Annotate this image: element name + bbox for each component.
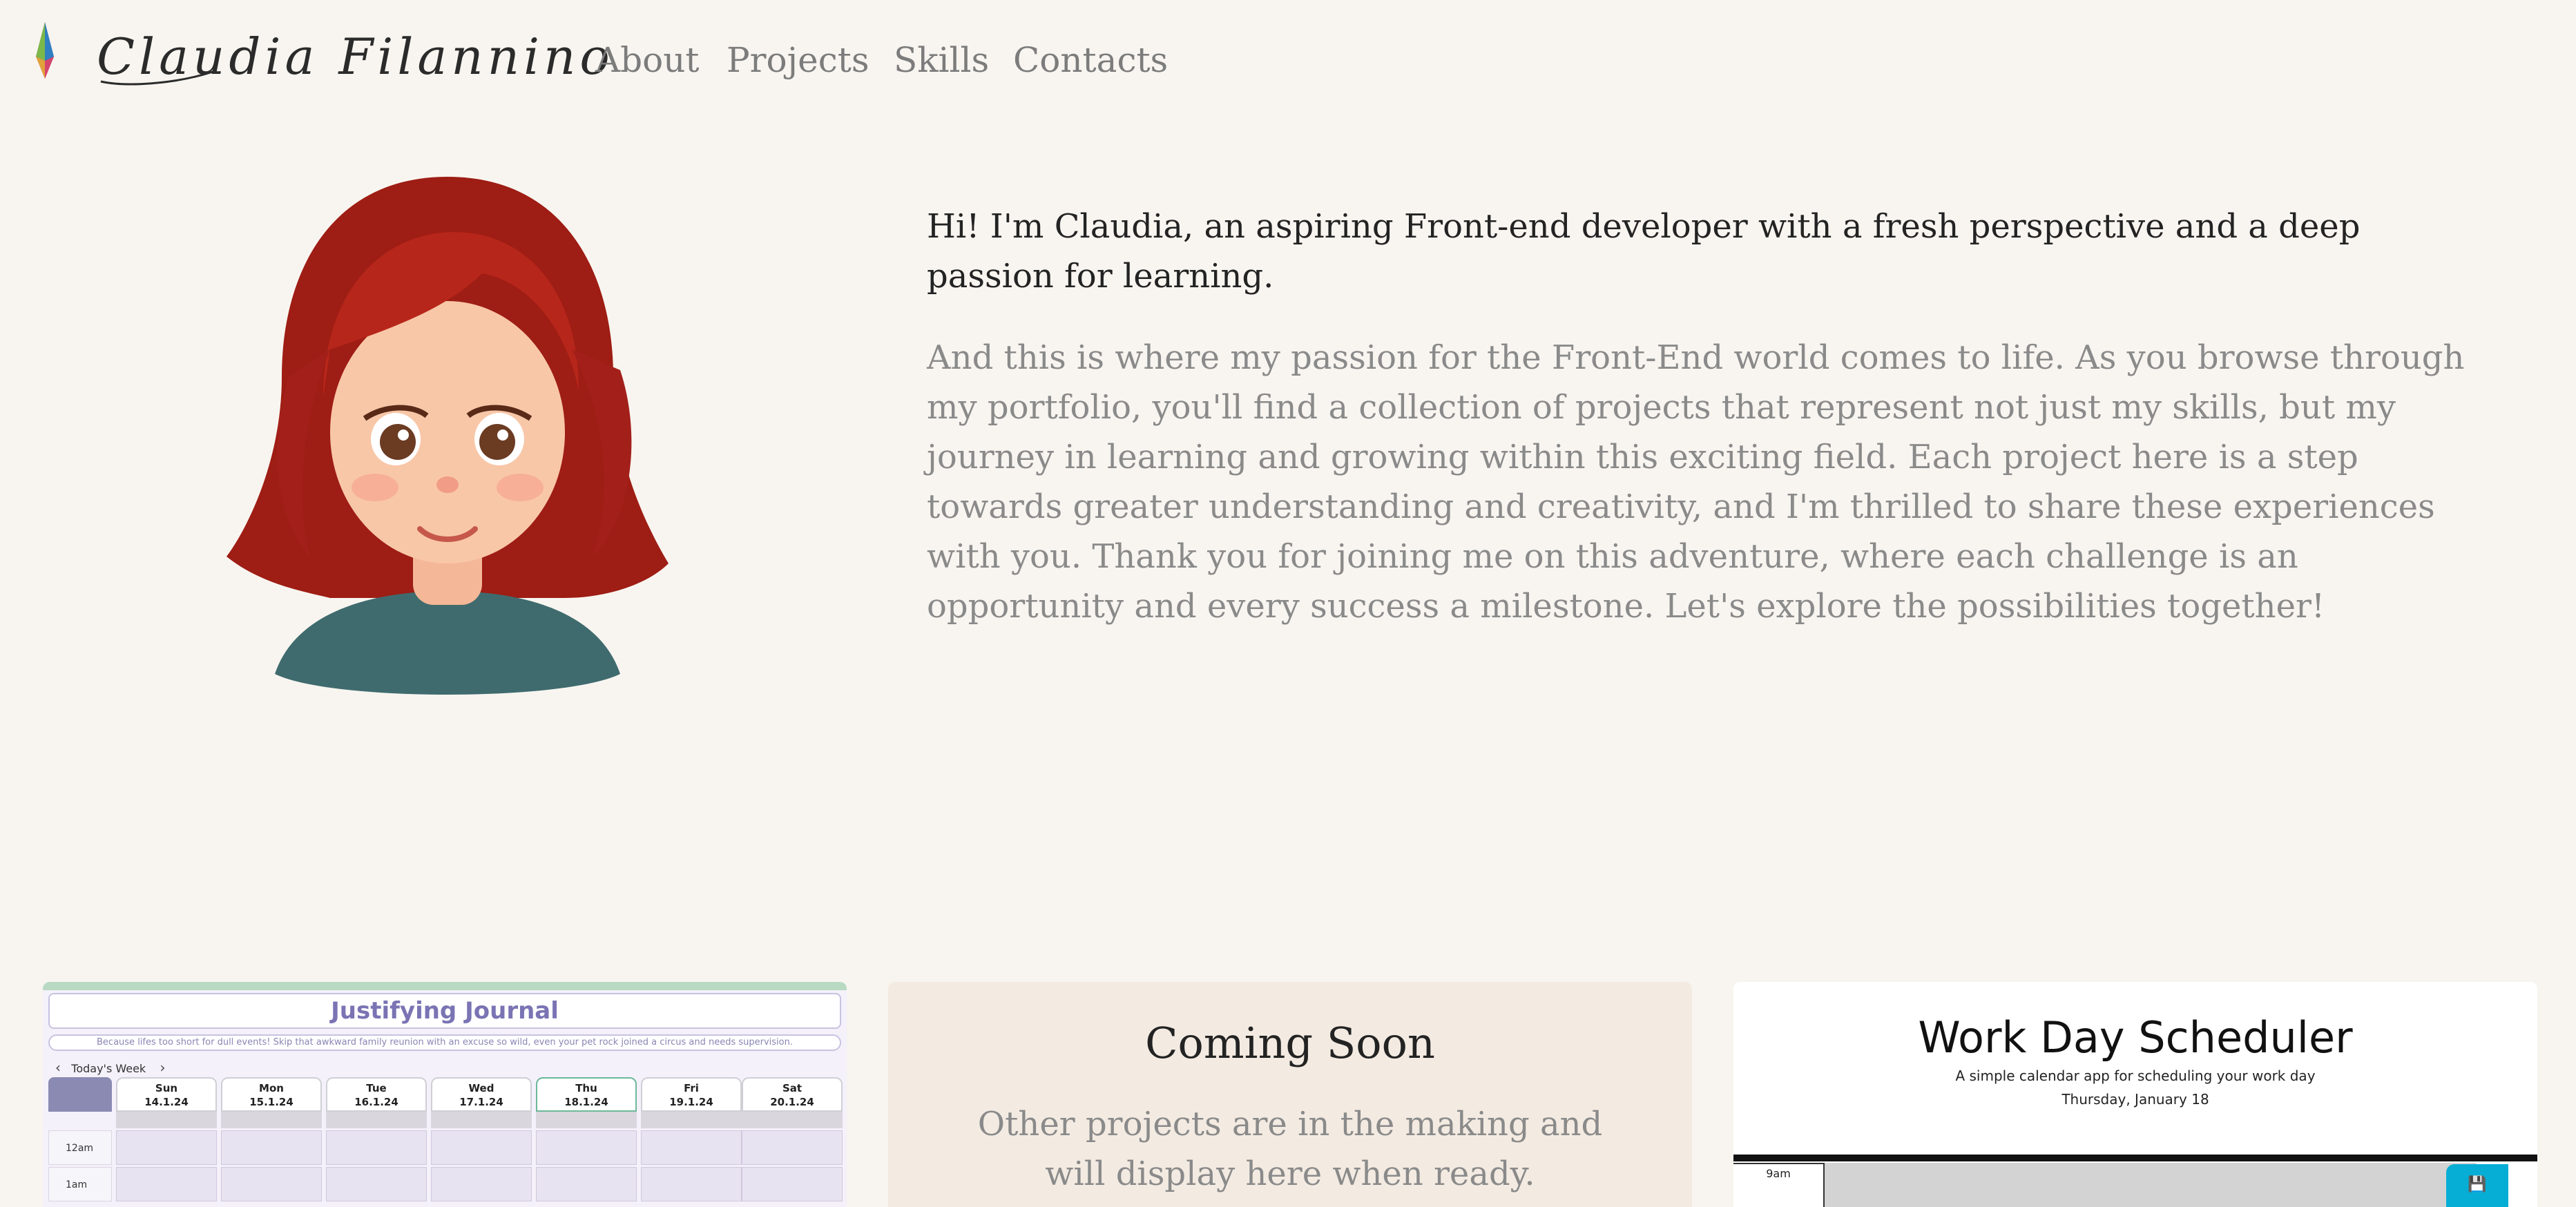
time-slot[interactable] [742,1130,843,1165]
time-slot[interactable] [221,1130,322,1165]
nav-link-skills[interactable]: Skills [894,40,989,80]
hero-text-block: Hi! I'm Claudia, an aspiring Front-end d… [927,202,2467,631]
project-card-scheduler[interactable]: Work Day Scheduler A simple calendar app… [1733,982,2537,1207]
day-header: Sun 14.1.24 [116,1077,217,1112]
day-header: Sat 20.1.24 [742,1077,843,1112]
hour-label-column: 12am 1am [48,1077,112,1201]
signature-swash [100,70,213,86]
time-slot[interactable] [641,1167,742,1201]
day-header: Fri 19.1.24 [641,1077,742,1112]
scheduler-date: Thursday, January 18 [2061,1091,2209,1108]
day-column: Wed 17.1.24 [431,1077,532,1201]
nav-link-projects[interactable]: Projects [727,40,869,80]
nav-link-about[interactable]: About [595,40,700,80]
project-card-journal[interactable]: Justifying Journal Because lifes too sho… [43,982,847,1207]
hero-body: And this is where my passion for the Fro… [927,338,2465,626]
day-header: Mon 15.1.24 [221,1077,322,1112]
scheduler-hour-label: 9am [1733,1163,1825,1207]
day-column-today: Thu 18.1.24 [536,1077,637,1201]
time-slot[interactable] [221,1167,322,1201]
project-card-coming-soon: Coming Soon Other projects are in the ma… [888,982,1692,1207]
top-nav: Claudia Filannino About Projects Skills … [0,0,2576,124]
save-icon[interactable]: 💾 [2446,1164,2508,1207]
time-slot[interactable] [431,1130,532,1165]
scheduler-subtitle: A simple calendar app for scheduling you… [1955,1068,2316,1084]
hero-intro: Hi! I'm Claudia, an aspiring Front-end d… [927,207,2361,296]
hour-label: 1am [48,1167,112,1201]
day-column: Fri 19.1.24 [641,1077,742,1201]
hour-column-header [48,1077,112,1112]
day-column: Tue 16.1.24 [326,1077,427,1201]
journal-title: Justifying Journal [48,993,841,1029]
avatar-illustration [227,177,669,695]
day-header: Wed 17.1.24 [431,1077,532,1112]
day-column: Sat 20.1.24 [742,1077,843,1201]
journal-top-bar [43,982,847,990]
scheduler-time-slot[interactable] [1825,1163,2477,1207]
time-slot[interactable] [742,1167,843,1201]
chevron-left-icon[interactable]: ‹ [55,1059,61,1076]
chevron-right-icon[interactable]: › [160,1059,166,1076]
time-slot[interactable] [116,1167,217,1201]
time-slot[interactable] [536,1167,637,1201]
time-slot[interactable] [326,1130,427,1165]
nav-link-contacts[interactable]: Contacts [1013,40,1168,80]
time-slot[interactable] [641,1130,742,1165]
journal-subtitle: Because lifes too short for dull events!… [48,1034,841,1051]
day-column: Mon 15.1.24 [221,1077,322,1201]
week-label: Today's Week [71,1062,146,1075]
scheduler-title: Work Day Scheduler [1918,1012,2353,1063]
coming-soon-title: Coming Soon [1145,1018,1435,1068]
hour-label: 12am [48,1130,112,1165]
time-slot[interactable] [536,1130,637,1165]
time-slot[interactable] [116,1130,217,1165]
day-header-today: Thu 18.1.24 [536,1077,637,1112]
scheduler-divider [1733,1155,2537,1161]
journal-week-nav: ‹ Today's Week › [55,1059,166,1076]
gem-logo-icon[interactable] [33,22,57,79]
time-slot[interactable] [326,1167,427,1201]
day-column: Sun 14.1.24 [116,1077,217,1201]
day-header: Tue 16.1.24 [326,1077,427,1112]
time-slot[interactable] [431,1167,532,1201]
coming-soon-body: Other projects are in the making and wil… [977,1105,1603,1193]
